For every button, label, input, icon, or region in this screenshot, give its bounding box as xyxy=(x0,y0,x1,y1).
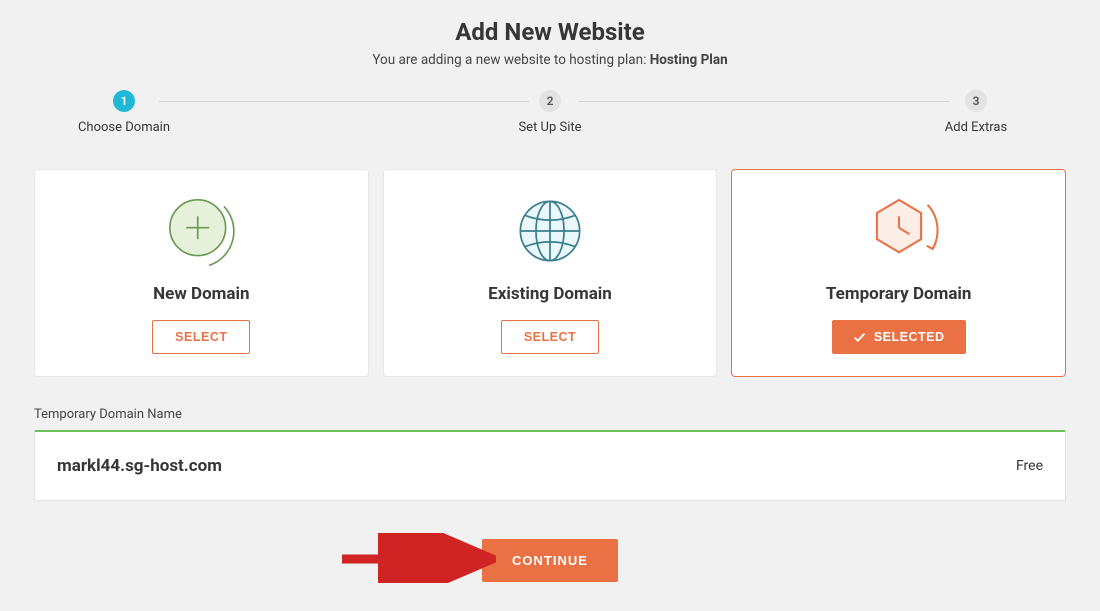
selected-button-label: SELECTED xyxy=(874,330,945,344)
continue-button[interactable]: CONTINUE xyxy=(482,539,618,582)
page-subtitle: You are adding a new website to hosting … xyxy=(34,52,1066,68)
step-set-up-site[interactable]: 2 Set Up Site xyxy=(490,90,610,135)
card-title: Temporary Domain xyxy=(826,284,972,304)
step-number: 3 xyxy=(965,90,987,112)
card-temporary-domain[interactable]: Temporary Domain SELECTED xyxy=(731,169,1066,377)
subtitle-prefix: You are adding a new website to hosting … xyxy=(372,52,646,68)
step-label: Add Extras xyxy=(945,120,1007,135)
step-number: 1 xyxy=(113,90,135,112)
plan-name: Hosting Plan xyxy=(650,52,728,68)
page-title: Add New Website xyxy=(34,18,1066,46)
clock-hex-icon xyxy=(854,192,944,270)
domain-option-cards: New Domain SELECT Existing Domain SELECT xyxy=(34,169,1066,377)
check-icon xyxy=(853,331,866,344)
card-existing-domain[interactable]: Existing Domain SELECT xyxy=(383,169,718,377)
step-add-extras[interactable]: 3 Add Extras xyxy=(916,90,1036,135)
stepper: 1 Choose Domain 2 Set Up Site 3 Add Extr… xyxy=(64,90,1036,135)
globe-icon xyxy=(511,192,589,270)
plus-circle-icon xyxy=(160,192,242,270)
step-choose-domain[interactable]: 1 Choose Domain xyxy=(64,90,184,135)
arrow-annotation-icon xyxy=(336,533,496,583)
card-new-domain[interactable]: New Domain SELECT xyxy=(34,169,369,377)
domain-name-value: markl44.sg-host.com xyxy=(57,456,222,476)
temporary-domain-row: markl44.sg-host.com Free xyxy=(34,430,1066,501)
domain-price: Free xyxy=(1016,458,1043,474)
select-new-domain-button[interactable]: SELECT xyxy=(152,320,250,354)
select-existing-domain-button[interactable]: SELECT xyxy=(501,320,599,354)
stepper-line xyxy=(159,101,529,102)
page-header: Add New Website You are adding a new web… xyxy=(34,18,1066,68)
card-title: New Domain xyxy=(153,284,249,304)
step-number: 2 xyxy=(539,90,561,112)
selected-temporary-domain-button[interactable]: SELECTED xyxy=(832,320,966,354)
card-title: Existing Domain xyxy=(488,284,612,304)
footer: CONTINUE xyxy=(34,539,1066,582)
step-label: Set Up Site xyxy=(518,120,581,135)
step-label: Choose Domain xyxy=(78,120,170,135)
domain-field-label: Temporary Domain Name xyxy=(34,407,1066,422)
stepper-line xyxy=(579,101,949,102)
